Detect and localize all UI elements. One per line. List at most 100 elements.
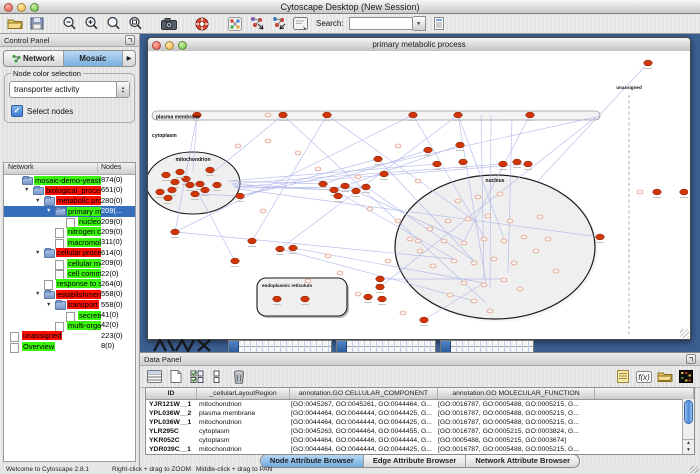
zoom-selected-icon[interactable]: [105, 16, 122, 32]
tree-row[interactable]: ▼transport558(0): [4, 300, 135, 310]
network-node[interactable]: [191, 191, 200, 197]
tree-row[interactable]: cell communicat22(0): [4, 269, 135, 279]
network-node[interactable]: [409, 112, 418, 118]
network-node-small[interactable]: [260, 209, 266, 213]
network-node[interactable]: [201, 187, 210, 193]
network-node-small[interactable]: [637, 190, 643, 194]
network-node[interactable]: [156, 189, 165, 195]
network-node[interactable]: [362, 184, 371, 190]
network-node[interactable]: [248, 238, 257, 244]
network-node[interactable]: [380, 171, 389, 177]
network-node[interactable]: [454, 112, 463, 118]
minimized-window-2[interactable]: [336, 340, 436, 352]
network-node-small[interactable]: [475, 195, 481, 199]
network-node[interactable]: [276, 246, 285, 252]
network-node-small[interactable]: [337, 271, 343, 275]
network-node[interactable]: [319, 181, 328, 187]
data-panel-float-icon[interactable]: [686, 354, 696, 364]
network-node-small[interactable]: [533, 249, 539, 253]
network-node-small[interactable]: [367, 207, 373, 211]
network-node[interactable]: [433, 161, 442, 167]
network-node[interactable]: [596, 234, 605, 240]
network-node[interactable]: [330, 187, 339, 193]
network-node-small[interactable]: [400, 311, 406, 315]
network-node-small[interactable]: [235, 144, 241, 148]
network-node-small[interactable]: [415, 179, 421, 183]
zoom-out-icon[interactable]: [61, 16, 78, 32]
network-node-small[interactable]: [471, 261, 477, 265]
network-node[interactable]: [182, 176, 191, 182]
network-node-small[interactable]: [451, 259, 457, 263]
network-node[interactable]: [323, 112, 332, 118]
network-node[interactable]: [279, 112, 288, 118]
col-id[interactable]: ID: [146, 388, 197, 399]
network-node-small[interactable]: [265, 139, 271, 143]
network-node-small[interactable]: [355, 175, 361, 179]
notes-icon[interactable]: [614, 369, 631, 385]
float-panel-icon[interactable]: [125, 35, 135, 45]
table-row[interactable]: YJR121W__1mitochondrion[GO:0045267, GO:0…: [146, 400, 694, 409]
network-node-small[interactable]: [481, 237, 487, 241]
tree-row[interactable]: ▼metabolic process280(0): [4, 196, 135, 206]
attribute-table-icon[interactable]: [146, 369, 163, 385]
delete-attribute-icon[interactable]: [230, 369, 247, 385]
tree-row[interactable]: secretion41(0): [4, 310, 135, 320]
tree-row[interactable]: nucleobase-209(0): [4, 217, 135, 227]
network-canvas[interactable]: plasma membrane cytoplasm mitochondrion …: [148, 51, 688, 338]
network-node-small[interactable]: [487, 309, 493, 313]
help-icon[interactable]: [193, 16, 210, 32]
network-node-small[interactable]: [455, 199, 461, 203]
network-node-small[interactable]: [501, 278, 507, 282]
network-node-small[interactable]: [430, 264, 436, 268]
network-node[interactable]: [213, 182, 222, 188]
network-node-small[interactable]: [441, 239, 447, 243]
network-node-small[interactable]: [461, 281, 467, 285]
network-node-small[interactable]: [471, 299, 477, 303]
unselect-attributes-icon[interactable]: [209, 369, 226, 385]
disclosure-triangle-icon[interactable]: ▼: [46, 206, 51, 216]
network-node-small[interactable]: [553, 269, 559, 273]
network-node[interactable]: [196, 181, 205, 187]
network-node[interactable]: [424, 147, 433, 153]
new-attribute-icon[interactable]: [167, 369, 184, 385]
network-node[interactable]: [206, 167, 215, 173]
tab-network[interactable]: Network: [4, 51, 64, 66]
network-node-small[interactable]: [445, 219, 451, 223]
network-node[interactable]: [374, 156, 383, 162]
network-node-small[interactable]: [395, 144, 401, 148]
annotation-icon[interactable]: [292, 16, 309, 32]
app-resize-grip[interactable]: [690, 466, 699, 473]
network-icon[interactable]: [226, 16, 243, 32]
select-attributes-icon[interactable]: [188, 369, 205, 385]
network-node[interactable]: [341, 183, 350, 189]
zoom-in-icon[interactable]: [83, 16, 100, 32]
network-node[interactable]: [273, 296, 282, 302]
network-node-small[interactable]: [497, 192, 503, 196]
select-nodes-checkbox[interactable]: ✓: [11, 105, 23, 117]
table-scrollbar-arrows[interactable]: ▲▼: [683, 439, 694, 454]
network-node[interactable]: [352, 188, 361, 194]
network-node[interactable]: [376, 276, 385, 282]
network-node-small[interactable]: [491, 257, 497, 261]
network-node-small[interactable]: [447, 293, 453, 297]
network-node-small[interactable]: [465, 217, 471, 221]
snapshot-icon[interactable]: [160, 16, 177, 32]
network-node-small[interactable]: [545, 237, 551, 241]
table-row[interactable]: YLR295Ccytoplasm[GO:0045263, GO:0044464,…: [146, 427, 694, 436]
network-node-small[interactable]: [395, 219, 401, 223]
network-node[interactable]: [499, 161, 508, 167]
network-node-small[interactable]: [461, 241, 467, 245]
network-node[interactable]: [364, 294, 373, 300]
disclosure-triangle-icon[interactable]: ▼: [35, 289, 40, 299]
network-node[interactable]: [231, 258, 240, 264]
tree-row[interactable]: ▼primary metabol209(...: [4, 206, 135, 216]
network-node[interactable]: [376, 284, 385, 290]
layout-network-icon[interactable]: [248, 16, 265, 32]
zoom-fit-icon[interactable]: [127, 16, 144, 32]
tab-mosaic[interactable]: Mosaic: [64, 51, 124, 66]
node-color-dropdown[interactable]: transporter activity ▲▼: [9, 81, 130, 98]
network-node[interactable]: [164, 195, 173, 201]
network-node-small[interactable]: [407, 237, 413, 241]
table-scrollbar[interactable]: ▲▼: [682, 399, 694, 454]
network-node[interactable]: [653, 189, 662, 195]
